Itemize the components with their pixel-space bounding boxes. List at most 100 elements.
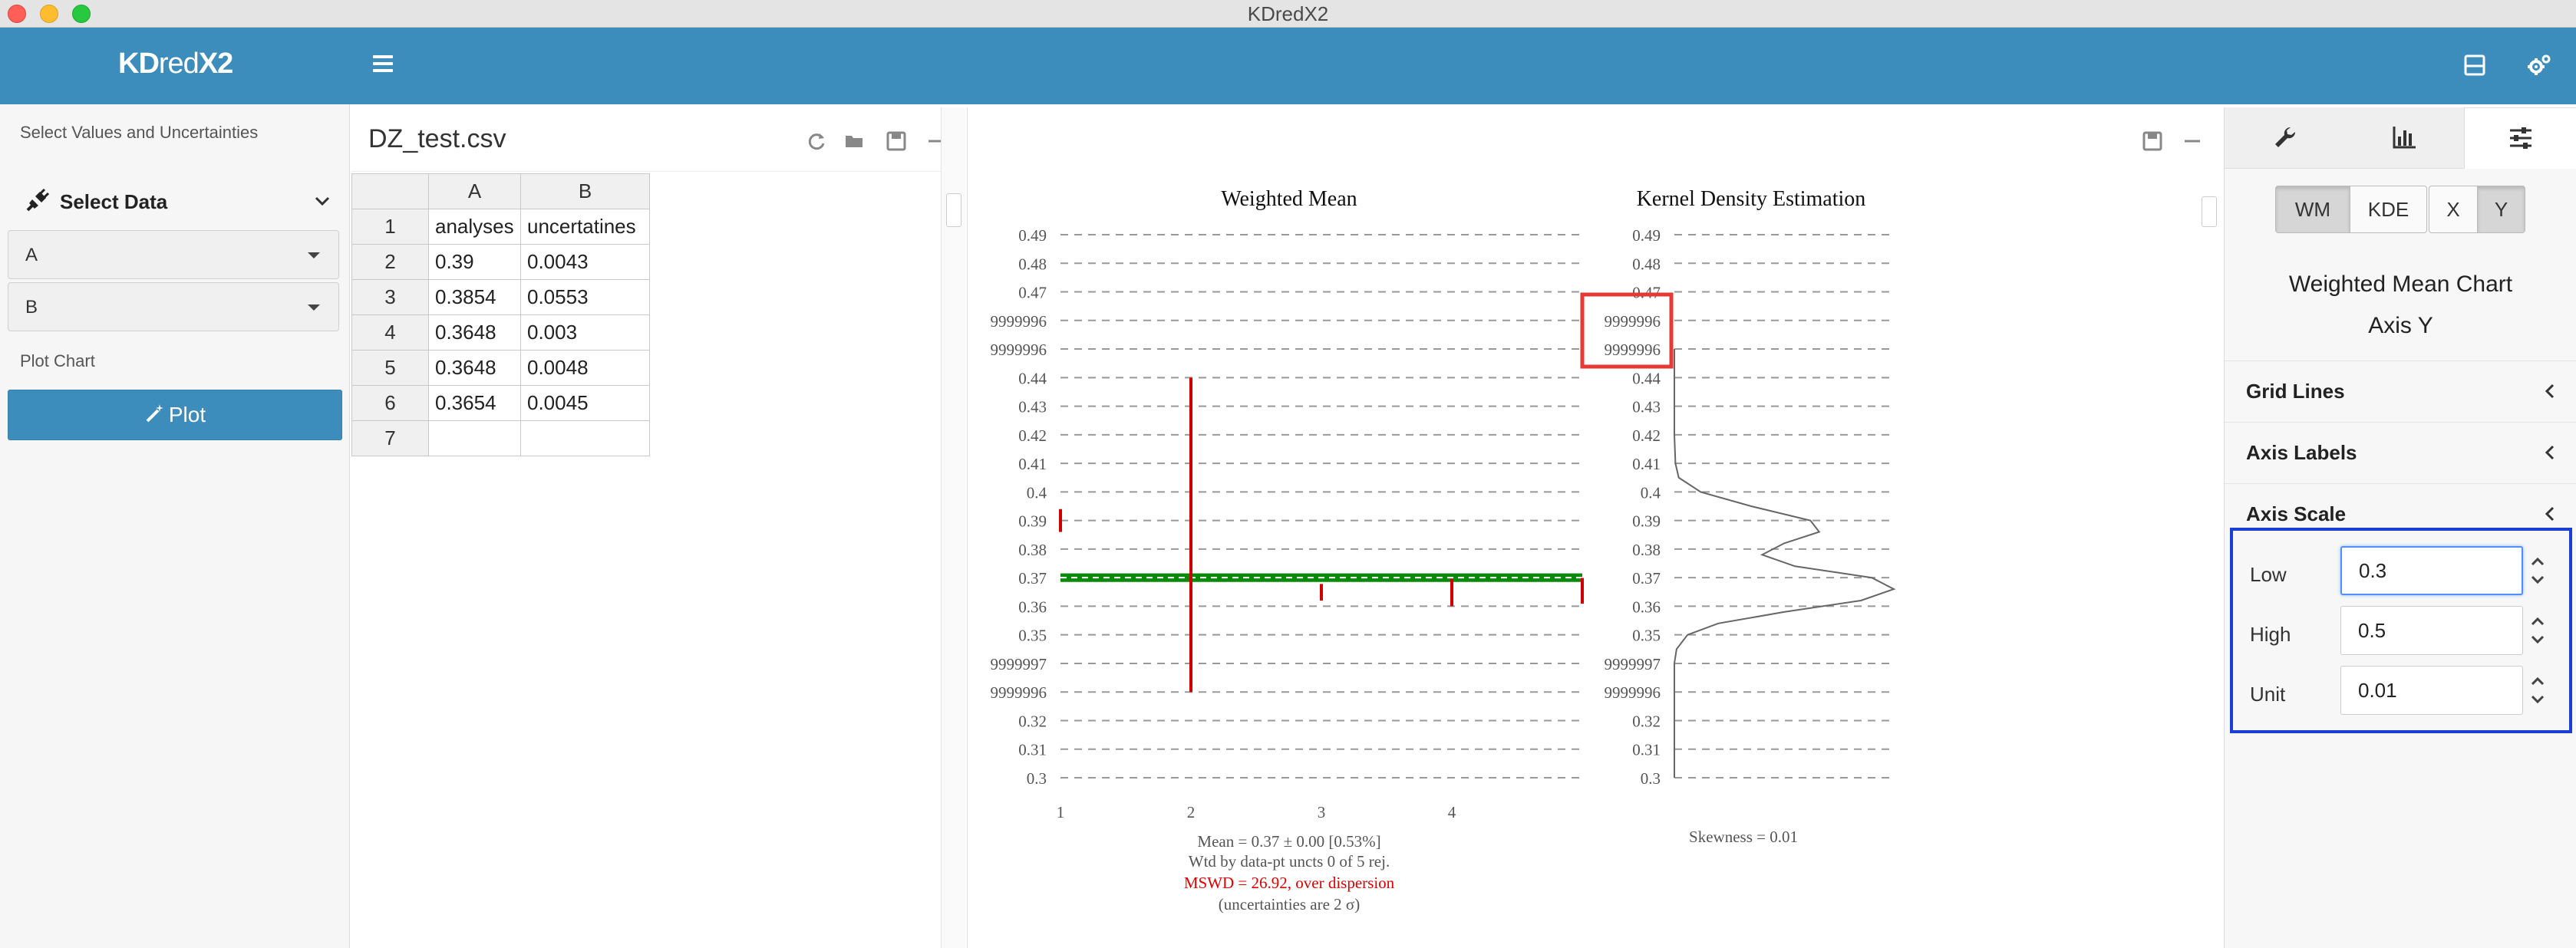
axis-toggle: X Y	[2429, 186, 2525, 233]
logo-part-bold: KD	[118, 48, 160, 80]
plot-button-label: Plot	[168, 403, 206, 426]
axis-y-button[interactable]: Y	[2477, 186, 2525, 232]
unit-input[interactable]	[2340, 666, 2523, 715]
y-tick-label: 0.44	[1018, 369, 1047, 387]
plot-chart-label: Plot Chart	[20, 351, 95, 370]
row-header[interactable]: 6	[351, 385, 429, 421]
wrench-icon	[2275, 127, 2296, 147]
low-stepper[interactable]	[2526, 546, 2549, 595]
column-b-select[interactable]: B	[8, 282, 339, 331]
y-tick-label: 0.49	[1632, 226, 1661, 245]
selected-axis-name: Axis Y	[2368, 313, 2433, 338]
table-cell[interactable]: 0.3654	[428, 385, 521, 421]
y-tick-label: 9999997	[991, 655, 1047, 673]
table-cell[interactable]: 0.3648	[428, 350, 521, 386]
chevron-down-icon[interactable]	[313, 192, 331, 210]
low-input[interactable]	[2340, 546, 2523, 595]
table-cell[interactable]: 0.0045	[520, 385, 650, 421]
grid-lines-label: Grid Lines	[2246, 380, 2345, 403]
plug-icon	[26, 189, 49, 212]
wm-footer-line: Wtd by data-pt uncts 0 of 5 rej.	[1189, 852, 1390, 871]
column-header[interactable]: A	[428, 173, 521, 209]
axis-labels-section[interactable]: Axis Labels	[2225, 422, 2576, 483]
table-cell[interactable]: 0.0553	[520, 279, 650, 315]
data-panel-scrollbar[interactable]	[941, 107, 965, 948]
y-tick-label: 0.4	[1027, 483, 1047, 502]
tab-tools[interactable]	[2225, 107, 2344, 169]
high-stepper[interactable]	[2526, 606, 2549, 655]
save-icon[interactable]	[886, 130, 907, 152]
y-tick-label: 0.37	[1632, 569, 1661, 588]
y-tick-label: 0.35	[1018, 627, 1047, 645]
row-header[interactable]: 2	[351, 244, 429, 280]
data-table: A B 1 analyses uncertatines 2 0.39 0.0043 30…	[351, 173, 650, 456]
kde-footer: Skewness = 0.01	[1689, 828, 1798, 846]
x-tick-label: 2	[1187, 803, 1196, 821]
table-cell[interactable]	[428, 420, 521, 456]
y-tick-label: 0.38	[1018, 541, 1047, 559]
row-header[interactable]: 1	[351, 209, 429, 245]
column-b-value: B	[25, 297, 38, 318]
wm-footer-line: MSWD = 26.92, over dispersion	[1184, 874, 1395, 892]
column-header[interactable]: B	[520, 173, 650, 209]
plot-button[interactable]: Plot	[8, 390, 342, 440]
grid-lines-section[interactable]: Grid Lines	[2225, 360, 2576, 422]
chart-panel-scrollbar[interactable]	[2196, 173, 2222, 948]
column-a-select[interactable]: A	[8, 230, 339, 279]
y-tick-label: 0.41	[1632, 455, 1661, 473]
wm-button[interactable]: WM	[2276, 186, 2350, 232]
table-cell[interactable]: 0.3854	[428, 279, 521, 315]
table-header-row: A B	[351, 173, 650, 209]
y-tick-label: 9999996	[1605, 341, 1661, 359]
table-cell[interactable]: 0.39	[428, 244, 521, 280]
gears-icon[interactable]	[2526, 52, 2552, 78]
chevron-left-icon	[2545, 383, 2555, 399]
axis-x-button[interactable]: X	[2429, 186, 2477, 232]
tab-chart[interactable]	[2344, 107, 2464, 169]
layout-toggle-icon[interactable]	[2462, 52, 2488, 78]
y-tick-label: 9999996	[991, 312, 1047, 331]
chart-type-toggle: WM KDE	[2275, 186, 2427, 233]
row-header[interactable]: 5	[351, 350, 429, 386]
title-bar: KDredX2	[0, 0, 2576, 28]
scrollbar-thumb[interactable]	[2202, 196, 2217, 227]
table-cell[interactable]: 0.003	[520, 314, 650, 351]
refresh-icon[interactable]	[806, 130, 827, 152]
row-header[interactable]: 3	[351, 279, 429, 315]
table-cell[interactable]: 0.3648	[428, 314, 521, 351]
wm-footer-line: Mean = 0.37 ± 0.00 [0.53%]	[1197, 832, 1380, 851]
scrollbar-thumb[interactable]	[946, 193, 961, 227]
wm-footer-line: (uncertainties are 2 σ)	[1219, 895, 1360, 913]
minimize-panel-icon[interactable]	[2182, 130, 2203, 152]
charts-canvas: Weighted Mean 0.49 0.48 0.47 9999996 9999996 0…	[991, 187, 1896, 913]
table-cell[interactable]	[520, 420, 650, 456]
unit-stepper[interactable]	[2526, 666, 2549, 715]
sidebar-toggle-icon[interactable]	[373, 55, 393, 72]
chevron-left-icon	[2545, 506, 2555, 522]
tab-settings[interactable]	[2464, 107, 2576, 169]
high-input[interactable]	[2340, 606, 2523, 655]
table-row: 5 0.3648 0.0048	[351, 350, 650, 386]
save-icon[interactable]	[2142, 130, 2163, 152]
kde-chart-title: Kernel Density Estimation	[1637, 187, 1866, 211]
low-label: Low	[2250, 563, 2287, 586]
table-cell[interactable]: analyses	[428, 209, 521, 245]
select-data-section[interactable]: Select Data	[0, 172, 350, 238]
table-cell[interactable]: 0.0048	[520, 350, 650, 386]
y-tick-label: 9999996	[991, 341, 1047, 359]
y-tick-label: 9999997	[1605, 655, 1661, 673]
y-tick-label: 0.42	[1632, 426, 1661, 445]
row-header[interactable]: 7	[351, 420, 429, 456]
table-cell[interactable]: 0.0043	[520, 244, 650, 280]
x-tick-label: 1	[1057, 803, 1065, 821]
open-folder-icon[interactable]	[844, 130, 866, 152]
kde-button[interactable]: KDE	[2350, 186, 2426, 232]
sliders-icon	[2510, 127, 2531, 149]
logo-part-x2: X2	[198, 48, 233, 80]
row-header[interactable]: 4	[351, 314, 429, 351]
y-tick-label: 0.3	[1641, 769, 1661, 788]
window-title: KDredX2	[1247, 2, 1329, 25]
x-tick-label: 4	[1448, 803, 1456, 821]
table-cell[interactable]: uncertatines	[520, 209, 650, 245]
bar-chart-icon	[2393, 127, 2416, 149]
